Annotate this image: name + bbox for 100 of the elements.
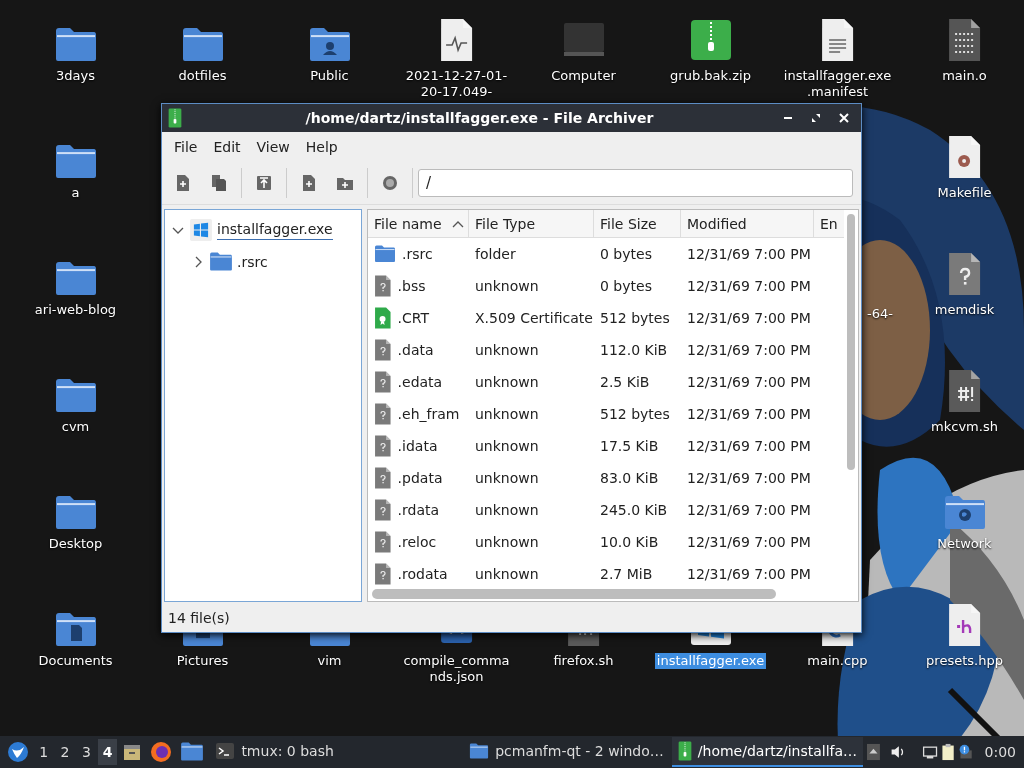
column-header[interactable]: File name <box>368 210 469 238</box>
extract-button[interactable] <box>254 173 274 193</box>
column-header[interactable]: En <box>814 210 844 238</box>
icon-label[interactable]: vim <box>273 653 386 669</box>
table-cell-text: 0 bytes <box>599 246 653 262</box>
icon-label[interactable]: main.o <box>908 68 1021 84</box>
task-button[interactable]: tmux: 0 bash <box>209 737 340 767</box>
window-title: /home/dartz/installfagger.exe - File Archiver <box>304 110 655 126</box>
table-cell-text: 112.0 KiB <box>599 342 669 358</box>
table-cell[interactable]: .bss <box>397 278 426 294</box>
menu-item[interactable]: View <box>248 135 298 159</box>
column-header[interactable]: Modified <box>681 210 814 238</box>
table-cell[interactable]: .pdata <box>397 470 443 486</box>
table-cell[interactable]: .rodata <box>397 566 448 582</box>
table-cell-text: 512 bytes <box>599 406 671 422</box>
table-cell[interactable]: .edata <box>397 374 443 390</box>
tree-item[interactable]: .rsrc <box>237 254 268 270</box>
menu-item[interactable]: File <box>166 135 206 159</box>
icon-label[interactable]: ari-web-blog <box>19 302 132 318</box>
table-cell-text: unknown <box>474 470 540 486</box>
table-cell-text: 0 bytes <box>599 278 653 294</box>
stop-button[interactable] <box>380 173 400 193</box>
column-header[interactable]: File Size <box>594 210 681 238</box>
icon-label[interactable]: Makefile <box>908 185 1021 201</box>
unknown-file-icon <box>374 435 392 457</box>
icon-label[interactable]: firefox.sh <box>527 653 640 669</box>
table-cell-text: 512 bytes <box>599 310 671 326</box>
certificate-icon <box>374 307 392 329</box>
table-cell[interactable]: .idata <box>397 438 438 454</box>
icon-label[interactable]: 2021-12-27-01-20-17.049- <box>400 68 513 100</box>
table-cell-text: 10.0 KiB <box>599 534 660 550</box>
table-cell[interactable]: .data <box>397 342 434 358</box>
table-cell-text: 12/31/69 7:00 PM <box>686 534 812 550</box>
icon-label[interactable]: cvm <box>19 419 132 435</box>
column-header[interactable]: File Type <box>469 210 594 238</box>
unknown-file-icon <box>374 371 392 393</box>
browser-launcher[interactable] <box>150 741 173 763</box>
workspace-button[interactable]: 3 <box>76 739 97 765</box>
table-cell-text: unknown <box>474 342 540 358</box>
text-file-icon <box>819 18 856 62</box>
table-cell-text: unknown <box>474 374 540 390</box>
table-cell[interactable]: .eh_fram <box>397 406 460 422</box>
clipboard-icon[interactable] <box>940 741 957 763</box>
vertical-scrollbar[interactable] <box>847 214 855 470</box>
icon-label[interactable]: -64- <box>867 306 893 322</box>
workspace-button[interactable]: 4 <box>98 739 118 765</box>
horizontal-scrollbar[interactable] <box>372 589 776 599</box>
table-cell-text: folder <box>474 246 517 262</box>
icon-label[interactable]: presets.hpp <box>908 653 1021 669</box>
table-cell[interactable]: .rdata <box>397 502 440 518</box>
task-button[interactable]: /home/dartz/installfa… <box>671 737 864 767</box>
maximize-button[interactable] <box>811 113 821 123</box>
windows-logo-icon <box>189 218 213 242</box>
table-cell-text: 12/31/69 7:00 PM <box>686 374 812 390</box>
icon-label[interactable]: memdisk <box>908 302 1021 318</box>
table-cell[interactable]: .CRT <box>397 310 430 326</box>
table-cell-text: unknown <box>474 278 540 294</box>
tree-item[interactable]: installfagger.exe <box>217 220 333 240</box>
icon-label[interactable]: a <box>19 185 132 201</box>
table-cell-text: unknown <box>474 534 540 550</box>
script-file-icon <box>946 369 983 413</box>
workspace-button[interactable]: 2 <box>55 739 75 765</box>
table-cell-text: unknown <box>474 566 540 582</box>
menu-item[interactable]: Help <box>297 135 346 159</box>
table-cell[interactable]: .rsrc <box>402 246 433 262</box>
path-field[interactable]: / <box>418 169 853 197</box>
table-cell[interactable]: .reloc <box>397 534 437 550</box>
open-archive-button[interactable] <box>209 173 229 193</box>
status-text: 14 file(s) <box>168 610 230 626</box>
icon-label[interactable]: Network <box>908 536 1021 552</box>
workspace-button[interactable]: 1 <box>34 739 54 765</box>
chart-file-icon <box>438 18 475 62</box>
icon-label[interactable]: 3days <box>19 68 132 84</box>
clock[interactable]: 0:00 <box>976 744 1020 760</box>
table-cell-text: unknown <box>474 502 540 518</box>
icon-label[interactable]: grub.bak.zip <box>654 68 767 84</box>
table-cell-text: 12/31/69 7:00 PM <box>686 342 812 358</box>
table-cell-text: X.509 Certificate <box>474 310 594 326</box>
icon-label[interactable]: main.cpp <box>781 653 894 669</box>
icon-label[interactable]: Documents <box>19 653 132 669</box>
icon-label[interactable]: Computer <box>527 68 640 84</box>
icon-label[interactable]: dotfiles <box>146 68 259 84</box>
icon-label[interactable]: Pictures <box>146 653 259 669</box>
icon-label[interactable]: Desktop <box>19 536 132 552</box>
menu-item[interactable]: Edit <box>205 135 249 159</box>
task-button[interactable]: pcmanfm-qt - 2 windo… <box>463 737 670 767</box>
unknown-file-icon <box>374 403 392 425</box>
file-cabinet-launcher[interactable] <box>122 742 143 762</box>
unknown-file-icon <box>374 275 392 297</box>
close-button[interactable] <box>839 113 849 123</box>
archive-icon <box>688 18 733 62</box>
icon-label[interactable]: compile_commands.json <box>400 653 513 685</box>
icon-label[interactable]: installfagger.exe .manifest <box>781 68 894 100</box>
folder-launcher[interactable] <box>180 742 205 762</box>
icon-label[interactable]: Public <box>273 68 386 84</box>
icon-label[interactable]: mkcvm.sh <box>908 419 1021 435</box>
start-menu-button[interactable] <box>7 741 29 763</box>
folder-icon <box>469 743 490 759</box>
binary-file-icon <box>946 18 983 62</box>
table-cell-text: unknown <box>474 438 540 454</box>
